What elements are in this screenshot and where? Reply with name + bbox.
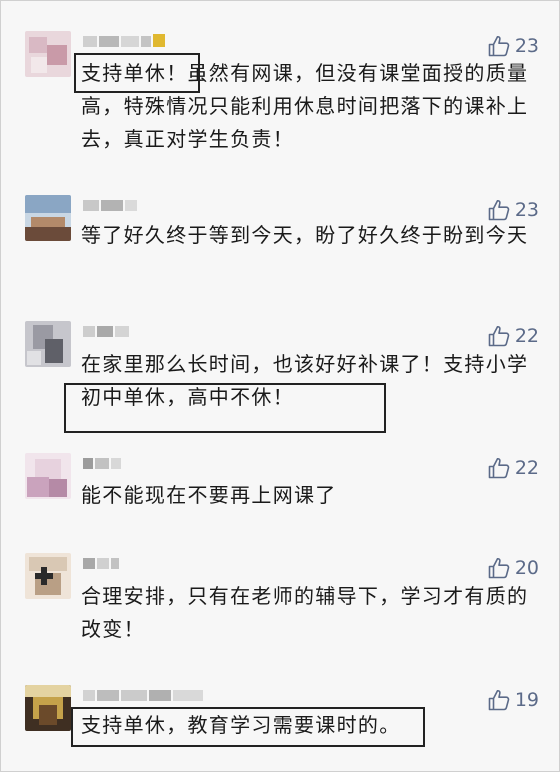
avatar[interactable] bbox=[25, 321, 71, 367]
like-count: 22 bbox=[514, 325, 539, 347]
like-button[interactable]: 20 bbox=[487, 555, 539, 581]
comment-text: 支持单休，教育学习需要课时的。 bbox=[81, 713, 401, 737]
avatar[interactable] bbox=[25, 453, 71, 499]
comment-text: 能不能现在不要再上网课了 bbox=[81, 483, 337, 507]
comment-text: 合理安排，只有在老师的辅导下，学习才有质的改变！ bbox=[81, 584, 529, 641]
comment-list: 23 支持单休！虽然有网课，但没有课堂面授的质量高，特殊情况只能利用休息时间把落… bbox=[0, 0, 560, 772]
like-count: 22 bbox=[514, 457, 539, 479]
thumbs-up-icon bbox=[488, 35, 510, 57]
like-count: 20 bbox=[514, 557, 539, 579]
thumbs-up-icon bbox=[488, 557, 510, 579]
like-count: 23 bbox=[514, 199, 539, 221]
like-count: 19 bbox=[514, 689, 539, 711]
like-button[interactable]: 22 bbox=[487, 455, 539, 481]
like-count: 23 bbox=[514, 35, 539, 57]
avatar[interactable] bbox=[25, 31, 71, 77]
thumbs-up-icon bbox=[488, 325, 510, 347]
thumbs-up-icon bbox=[488, 457, 510, 479]
like-button[interactable]: 23 bbox=[487, 33, 539, 59]
avatar[interactable] bbox=[25, 195, 71, 241]
comment-text: 等了好久终于等到今天，盼了好久终于盼到今天 bbox=[81, 223, 529, 247]
avatar[interactable] bbox=[25, 553, 71, 599]
avatar[interactable] bbox=[25, 685, 71, 731]
like-button[interactable]: 22 bbox=[487, 323, 539, 349]
comment-text: 在家里那么长时间，也该好好补课了！支持小学初中单休，高中不休！ bbox=[81, 352, 529, 409]
comment-text: 支持单休！虽然有网课，但没有课堂面授的质量高，特殊情况只能利用休息时间把落下的课… bbox=[81, 61, 529, 151]
